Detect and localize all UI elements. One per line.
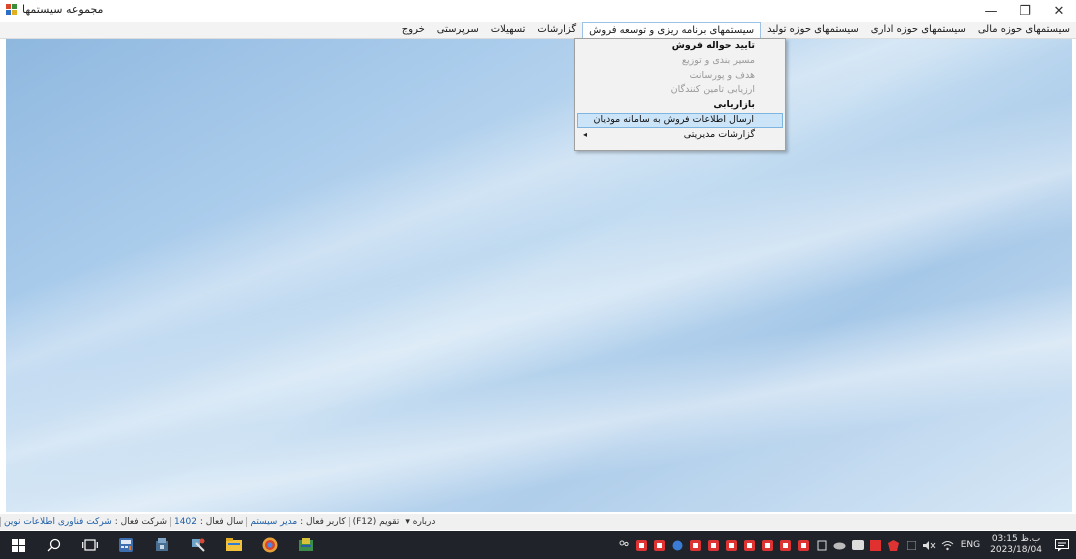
tray-network-app-icon[interactable]: [851, 531, 865, 559]
clock-time: 03:15 ب.ظ: [991, 534, 1041, 544]
system-tray: ENG 03:15 ب.ظ 2023/18/04: [615, 531, 1076, 559]
menu-bar: سیستمهای حوزه مالی سیستمهای حوزه اداری س…: [0, 22, 1076, 39]
title-bar: مجموعه سیستمها — ❐ ✕: [0, 0, 1076, 22]
status-year-value: 1402: [174, 517, 197, 527]
tray-red-app-icon[interactable]: [869, 531, 883, 559]
menu-financial-systems[interactable]: سیستمهای حوزه مالی: [972, 22, 1076, 38]
app-icon: [6, 3, 18, 16]
menu-item-management-reports[interactable]: گزارشات مدیریتی ◂: [575, 128, 785, 143]
menu-supervision[interactable]: سرپرستی: [431, 22, 485, 38]
menu-administrative-systems[interactable]: سیستمهای حوزه اداری: [865, 22, 972, 38]
tray-app-icon-1[interactable]: [635, 531, 649, 559]
tray-app-icon-4[interactable]: [689, 531, 703, 559]
tray-app-icon-3[interactable]: [671, 531, 685, 559]
minimize-button[interactable]: —: [974, 0, 1008, 22]
menu-item-target-commission[interactable]: هدف و پورسانت: [575, 69, 785, 84]
app-store-icon[interactable]: [144, 531, 180, 559]
menu-facilities[interactable]: تسهیلات: [485, 22, 532, 38]
search-icon[interactable]: [36, 531, 72, 559]
status-company-value: شرکت فناوری اطلاعات نوین: [4, 517, 112, 527]
menu-production-systems[interactable]: سیستمهای حوزه تولید: [761, 22, 865, 38]
menu-sales-planning-systems[interactable]: سیستمهای برنامه ریزی و توسعه فروش: [582, 22, 762, 38]
tray-app-icon-9[interactable]: [779, 531, 793, 559]
tray-shield-icon[interactable]: [887, 531, 901, 559]
window-title: مجموعه سیستمها: [22, 3, 104, 16]
application-window: مجموعه سیستمها — ❐ ✕ سیستمهای حوزه مالی …: [0, 0, 1076, 559]
status-active-year: سال فعال : 1402: [170, 517, 246, 527]
app-tools-icon[interactable]: [180, 531, 216, 559]
menu-exit[interactable]: خروج: [396, 22, 431, 38]
restore-button[interactable]: ❐: [1008, 0, 1042, 22]
menu-item-send-sales-to-taxpayers[interactable]: ارسال اطلاعات فروش به سامانه مودیان: [577, 112, 783, 128]
status-user-value: مدیر سیستم: [250, 517, 298, 527]
tray-app-icon-8[interactable]: [761, 531, 775, 559]
people-icon[interactable]: [617, 531, 631, 559]
windows-start-icon[interactable]: [0, 531, 36, 559]
file-explorer-icon[interactable]: [216, 531, 252, 559]
sales-planning-dropdown: تایید حواله فروش مسیر بندی و توزیع هدف و…: [574, 38, 786, 151]
status-calendar[interactable]: تقویم (F12): [348, 517, 403, 527]
status-user-label: کاربر فعال :: [300, 517, 346, 527]
menu-item-marketing[interactable]: بازاریابی: [575, 98, 785, 113]
menu-reports[interactable]: گزارشات: [531, 22, 582, 38]
tray-cloud-icon[interactable]: [833, 531, 847, 559]
clipboard-icon[interactable]: [815, 531, 829, 559]
chrome-browser-icon[interactable]: [252, 531, 288, 559]
submenu-arrow-icon: ◂: [583, 129, 588, 139]
title-area: مجموعه سیستمها: [6, 3, 103, 16]
clock[interactable]: 03:15 ب.ظ 2023/18/04: [984, 534, 1048, 556]
mdi-background: [6, 39, 1072, 512]
close-button[interactable]: ✕: [1042, 0, 1076, 22]
tray-app-icon-6[interactable]: [725, 531, 739, 559]
tray-app-icon-5[interactable]: [707, 531, 721, 559]
status-about[interactable]: درباره ▾: [402, 517, 438, 527]
status-active-user: کاربر فعال : مدیر سیستم: [246, 517, 348, 527]
tray-app-icon-7[interactable]: [743, 531, 757, 559]
task-view-icon[interactable]: [72, 531, 108, 559]
app-database-icon[interactable]: [288, 531, 324, 559]
status-active-company: شرکت فعال : شرکت فناوری اطلاعات نوین: [0, 517, 170, 527]
volume-muted-icon[interactable]: [923, 531, 937, 559]
tray-app-icon-10[interactable]: [797, 531, 811, 559]
notifications-icon[interactable]: [1048, 531, 1076, 559]
menu-item-supplier-evaluation[interactable]: ارزیابی تامین کنندگان: [575, 83, 785, 98]
input-language[interactable]: ENG: [957, 540, 984, 550]
taskbar: ENG 03:15 ب.ظ 2023/18/04: [0, 531, 1076, 559]
tray-small-icon[interactable]: [905, 531, 919, 559]
menu-item-sales-approval[interactable]: تایید حواله فروش: [575, 39, 785, 54]
wifi-icon[interactable]: [941, 531, 955, 559]
status-year-label: سال فعال :: [199, 517, 244, 527]
menu-item-routing-distribution[interactable]: مسیر بندی و توزیع: [575, 54, 785, 69]
clock-date: 2023/18/04: [990, 545, 1042, 555]
tray-app-icon-2[interactable]: [653, 531, 667, 559]
app-calculator-icon[interactable]: [108, 531, 144, 559]
status-bar: شرکت فعال : شرکت فناوری اطلاعات نوین سال…: [0, 514, 1076, 530]
menu-item-management-reports-label: گزارشات مدیریتی: [683, 128, 755, 140]
status-company-label: شرکت فعال :: [114, 517, 168, 527]
